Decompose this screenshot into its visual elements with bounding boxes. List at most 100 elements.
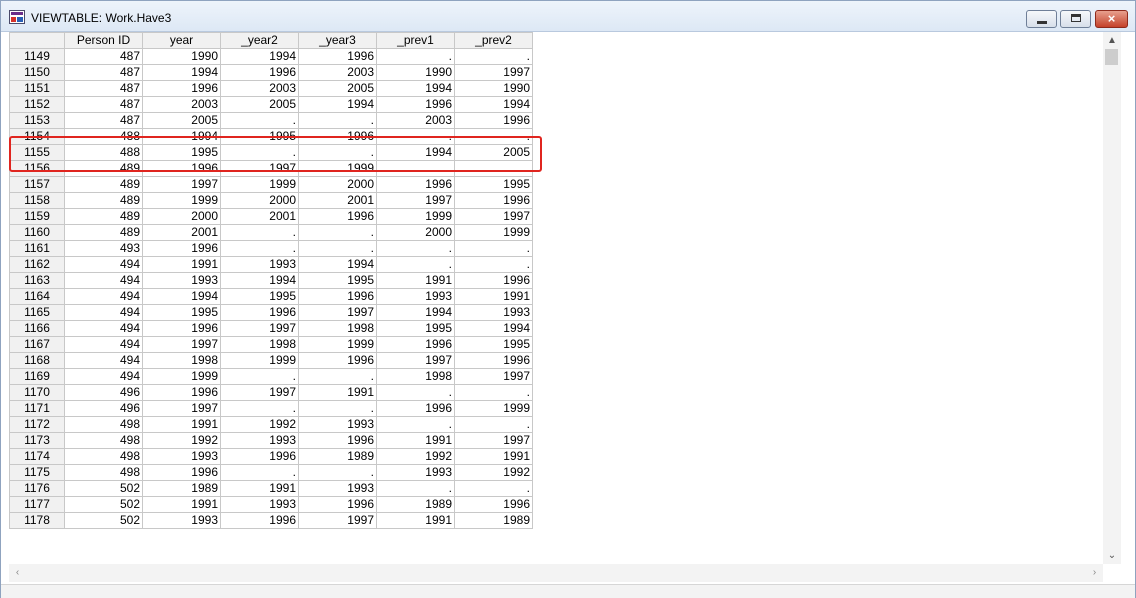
- table-cell[interactable]: 1991: [376, 272, 455, 289]
- table-cell[interactable]: 1996: [220, 448, 299, 465]
- table-cell[interactable]: 1997: [142, 336, 221, 353]
- table-cell[interactable]: 1996: [454, 352, 533, 369]
- table-cell[interactable]: .: [376, 240, 455, 257]
- table-row[interactable]: 1166 494 1996 1997 1998 1995 1994: [9, 320, 533, 337]
- table-row[interactable]: 1151 487 1996 2003 2005 1994 1990: [9, 80, 533, 97]
- table-cell[interactable]: 2000: [220, 192, 299, 209]
- table-cell[interactable]: 1993: [298, 416, 377, 433]
- table-cell[interactable]: 1998: [220, 336, 299, 353]
- column-header[interactable]: Person ID: [64, 32, 143, 49]
- table-cell[interactable]: .: [298, 224, 377, 241]
- table-cell[interactable]: 493: [64, 240, 143, 257]
- row-number[interactable]: 1152: [9, 96, 65, 113]
- table-row[interactable]: 1164 494 1994 1995 1996 1993 1991: [9, 288, 533, 305]
- table-cell[interactable]: 1996: [298, 432, 377, 449]
- table-cell[interactable]: 487: [64, 112, 143, 129]
- row-number[interactable]: 1170: [9, 384, 65, 401]
- table-cell[interactable]: 1997: [454, 64, 533, 81]
- table-cell[interactable]: 1996: [376, 336, 455, 353]
- table-cell[interactable]: 1997: [454, 368, 533, 385]
- table-row[interactable]: 1153 487 2005.. 2003 1996: [9, 112, 533, 129]
- table-cell[interactable]: 1993: [142, 272, 221, 289]
- close-button[interactable]: ×: [1095, 10, 1128, 28]
- row-number[interactable]: 1151: [9, 80, 65, 97]
- table-cell[interactable]: 1997: [454, 432, 533, 449]
- table-cell[interactable]: 1999: [376, 208, 455, 225]
- table-cell[interactable]: 1998: [376, 368, 455, 385]
- table-cell[interactable]: 1991: [298, 384, 377, 401]
- table-cell[interactable]: .: [376, 384, 455, 401]
- table-cell[interactable]: 2005: [220, 96, 299, 113]
- chevron-up-icon[interactable]: ▲: [1103, 32, 1121, 49]
- table-cell[interactable]: 1991: [142, 416, 221, 433]
- table-cell[interactable]: 1990: [454, 80, 533, 97]
- table-cell[interactable]: 1998: [142, 352, 221, 369]
- table-row[interactable]: 1157 489 1997 1999 2000 1996 1995: [9, 176, 533, 193]
- table-cell[interactable]: 489: [64, 176, 143, 193]
- table-cell[interactable]: 1993: [298, 480, 377, 497]
- table-cell[interactable]: 1997: [220, 384, 299, 401]
- row-number[interactable]: 1178: [9, 512, 65, 529]
- table-cell[interactable]: 1997: [220, 320, 299, 337]
- table-cell[interactable]: 1996: [454, 192, 533, 209]
- table-row[interactable]: 1171 496 1997.. 1996 1999: [9, 400, 533, 417]
- row-number[interactable]: 1157: [9, 176, 65, 193]
- table-cell[interactable]: 1989: [454, 512, 533, 529]
- table-cell[interactable]: 1997: [376, 192, 455, 209]
- table-cell[interactable]: 2000: [142, 208, 221, 225]
- table-cell[interactable]: 1996: [220, 512, 299, 529]
- row-number[interactable]: 1171: [9, 400, 65, 417]
- table-cell[interactable]: 2005: [298, 80, 377, 97]
- table-cell[interactable]: 1996: [298, 288, 377, 305]
- row-number[interactable]: 1175: [9, 464, 65, 481]
- table-cell[interactable]: 489: [64, 192, 143, 209]
- row-number[interactable]: 1168: [9, 352, 65, 369]
- table-cell[interactable]: .: [298, 464, 377, 481]
- table-cell[interactable]: .: [298, 240, 377, 257]
- row-number[interactable]: 1173: [9, 432, 65, 449]
- table-cell[interactable]: 494: [64, 368, 143, 385]
- table-cell[interactable]: 1993: [142, 512, 221, 529]
- row-number[interactable]: 1166: [9, 320, 65, 337]
- table-cell[interactable]: 1989: [142, 480, 221, 497]
- row-number[interactable]: 1149: [9, 48, 65, 65]
- row-number[interactable]: 1153: [9, 112, 65, 129]
- table-cell[interactable]: 494: [64, 336, 143, 353]
- table-cell[interactable]: 1994: [298, 256, 377, 273]
- table-row[interactable]: 1173 498 1992 1993 1996 1991 1997: [9, 432, 533, 449]
- table-cell[interactable]: .: [220, 400, 299, 417]
- table-cell[interactable]: 496: [64, 384, 143, 401]
- table-cell[interactable]: 487: [64, 64, 143, 81]
- table-cell[interactable]: 1996: [454, 112, 533, 129]
- table-cell[interactable]: 498: [64, 464, 143, 481]
- table-row[interactable]: 1160 489 2001.. 2000 1999: [9, 224, 533, 241]
- table-cell[interactable]: 1997: [454, 208, 533, 225]
- table-cell[interactable]: 1996: [376, 176, 455, 193]
- table-cell[interactable]: .: [220, 464, 299, 481]
- table-cell[interactable]: 1995: [376, 320, 455, 337]
- table-row[interactable]: 1150 487 1994 1996 2003 1990 1997: [9, 64, 533, 81]
- table-cell[interactable]: .: [454, 256, 533, 273]
- table-cell[interactable]: 1996: [454, 272, 533, 289]
- table-row[interactable]: 1167 494 1997 1998 1999 1996 1995: [9, 336, 533, 353]
- table-row[interactable]: 1162 494 1991 1993 1994..: [9, 256, 533, 273]
- table-cell[interactable]: 1993: [376, 464, 455, 481]
- column-header[interactable]: _year2: [220, 32, 299, 49]
- table-cell[interactable]: 1992: [220, 416, 299, 433]
- table-cell[interactable]: 1994: [142, 288, 221, 305]
- row-number[interactable]: 1165: [9, 304, 65, 321]
- table-cell[interactable]: 1999: [298, 336, 377, 353]
- table-cell[interactable]: 1992: [142, 432, 221, 449]
- table-cell[interactable]: 1996: [298, 496, 377, 513]
- table-cell[interactable]: 1996: [142, 240, 221, 257]
- table-cell[interactable]: 1995: [454, 176, 533, 193]
- table-cell[interactable]: .: [454, 384, 533, 401]
- table-cell[interactable]: 1996: [298, 208, 377, 225]
- row-number[interactable]: 1169: [9, 368, 65, 385]
- table-cell[interactable]: .: [298, 368, 377, 385]
- vertical-scrollbar[interactable]: ▲ ⌄: [1103, 32, 1121, 564]
- table-cell[interactable]: .: [220, 224, 299, 241]
- table-cell[interactable]: 1993: [220, 256, 299, 273]
- table-cell[interactable]: 2000: [298, 176, 377, 193]
- table-cell[interactable]: 1993: [376, 288, 455, 305]
